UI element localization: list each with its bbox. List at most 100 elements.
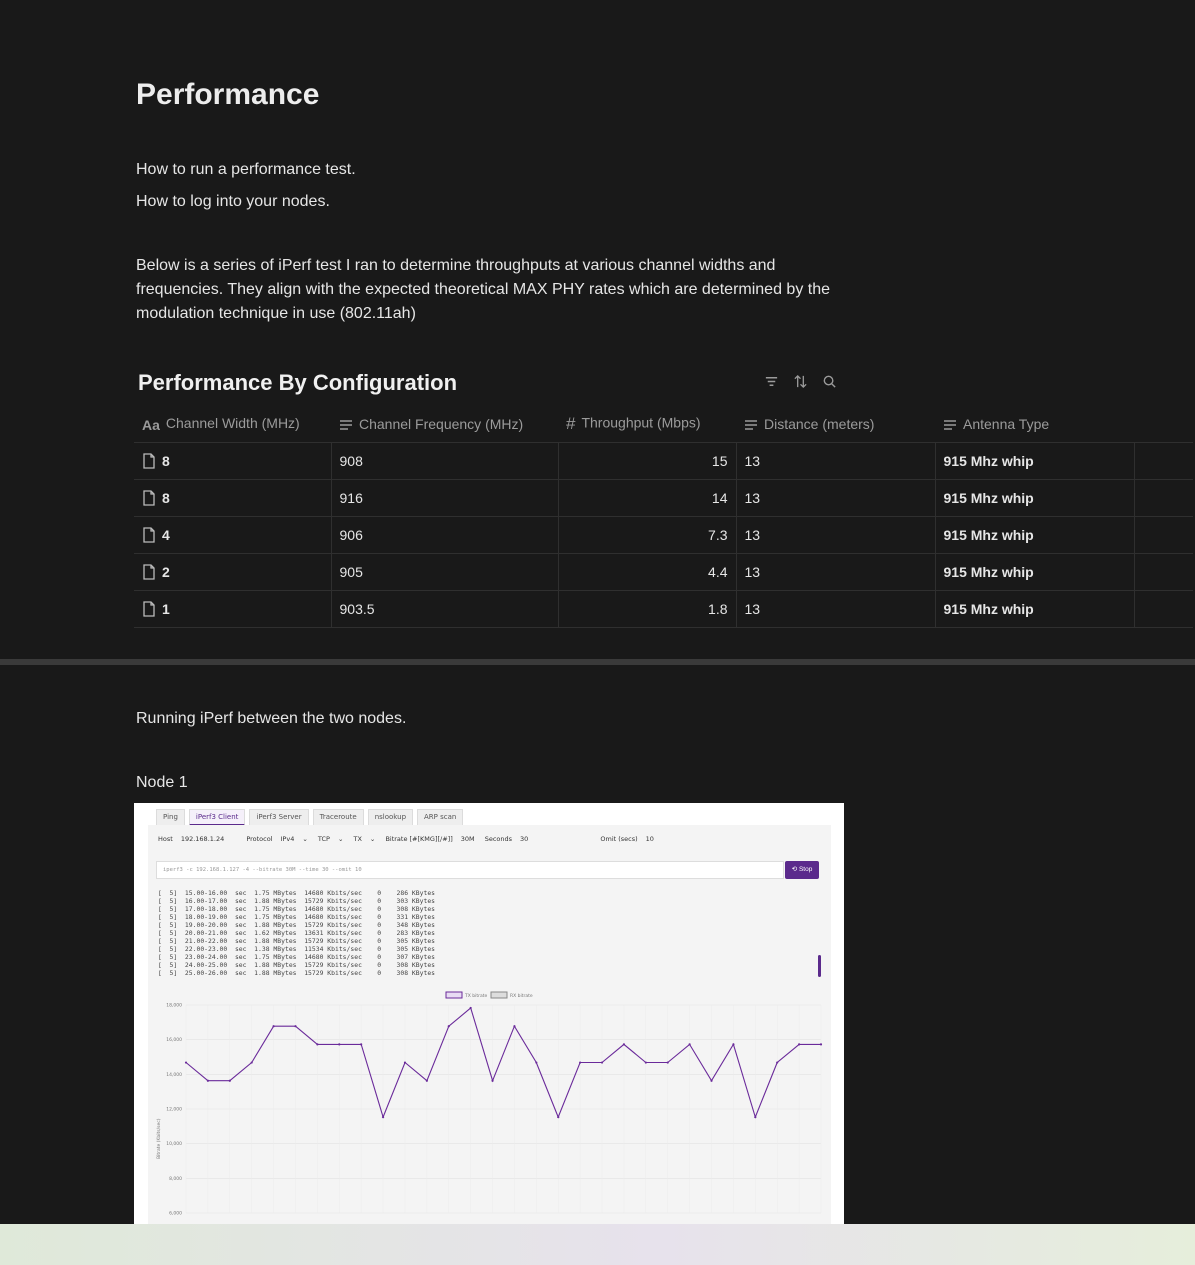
table-row[interactable]: 1 903.5 1.8 13 915 Mhz whip (134, 590, 1193, 628)
row-title-cell[interactable]: 2 (142, 564, 323, 580)
cell-throughput[interactable]: 4.4 (558, 553, 737, 591)
title-icon: Aa (142, 416, 160, 433)
y-tick-label: 10,000 (166, 1141, 182, 1147)
column-header-channel-width[interactable]: Aa Channel Width (MHz) (134, 406, 331, 443)
y-tick-label: 18,000 (166, 1003, 182, 1009)
node-label: Node 1 (136, 774, 188, 791)
cell-antenna[interactable]: 915 Mhz whip (935, 442, 1135, 480)
log-scrollbar[interactable] (818, 955, 821, 977)
link-log-into-nodes[interactable]: How to log into your nodes. (136, 190, 330, 214)
legend-swatch-rx (490, 991, 508, 999)
column-header-throughput[interactable]: # Throughput (Mbps) (558, 406, 736, 443)
host-input[interactable]: 192.168.1.24 (181, 835, 224, 843)
tab-iperf3-server[interactable]: iPerf3 Server (249, 809, 309, 826)
table-row[interactable]: 8 908 15 13 915 Mhz whip (134, 442, 1193, 480)
seconds-input[interactable]: 30 (520, 835, 528, 843)
data-point (184, 1061, 188, 1064)
table-row[interactable]: 2 905 4.4 13 915 Mhz whip (134, 553, 1193, 591)
table-header-row: Aa Channel Width (MHz) Channel Frequency … (134, 406, 1193, 443)
cell-throughput[interactable]: 14 (558, 479, 737, 517)
iperf-panel: Host 192.168.1.24 Protocol IPv4 ⌄ TCP ⌄ TX ⌄ … (148, 825, 831, 1224)
cell-frequency[interactable]: 908 (331, 442, 559, 480)
column-header-antenna-type[interactable]: Antenna Type (935, 406, 1134, 443)
bitrate-input[interactable]: 30M (461, 835, 475, 843)
tab-nslookup[interactable]: nslookup (367, 809, 414, 826)
legend-label-tx: TX bitrate (464, 993, 488, 999)
iperf-screenshot: Ping iPerf3 Client iPerf3 Server Tracero… (134, 803, 844, 1224)
data-point (447, 1025, 450, 1028)
row-title-cell[interactable]: 4 (142, 527, 323, 543)
tab-traceroute[interactable]: Traceroute (312, 809, 364, 826)
cell-throughput[interactable]: 15 (558, 442, 737, 480)
cell-throughput[interactable]: 1.8 (558, 590, 737, 628)
cell-throughput[interactable]: 7.3 (558, 516, 737, 554)
cell-distance[interactable]: 13 (736, 479, 936, 517)
iperf-log-output: [ 5] 15.00-16.00 sec 1.75 MBytes 14680 K… (158, 889, 436, 977)
data-point (360, 1043, 363, 1046)
column-header-channel-frequency[interactable]: Channel Frequency (MHz) (331, 406, 558, 443)
page-icon (143, 490, 155, 506)
data-point (600, 1061, 604, 1064)
y-tick-label: 6,000 (169, 1211, 182, 1217)
data-point (491, 1079, 494, 1082)
search-icon[interactable] (822, 374, 837, 389)
link-run-performance-test[interactable]: How to run a performance test. (136, 158, 356, 182)
y-tick-label: 12,000 (166, 1107, 182, 1113)
data-point (557, 1115, 560, 1119)
text-icon (745, 420, 757, 430)
chevron-down-icon: ⌄ (302, 835, 308, 843)
data-point (622, 1043, 626, 1046)
text-icon (340, 420, 352, 430)
column-header-add[interactable] (1134, 406, 1193, 443)
row-title-cell[interactable]: 8 (142, 490, 323, 506)
database-title[interactable]: Performance By Configuration (138, 370, 457, 396)
seconds-label: Seconds (484, 835, 513, 843)
page-title: Performance (136, 78, 320, 111)
data-point (469, 1006, 472, 1010)
transport-select[interactable]: TCP (318, 835, 330, 843)
row-title-cell[interactable]: 1 (142, 601, 323, 617)
cell-antenna[interactable]: 915 Mhz whip (935, 479, 1135, 517)
sort-icon[interactable] (793, 374, 808, 389)
protocol-select[interactable]: IPv4 (281, 835, 295, 843)
tab-arp-scan[interactable]: ARP scan (417, 809, 464, 826)
cell-frequency[interactable]: 903.5 (331, 590, 559, 628)
iperf-options: Host 192.168.1.24 Protocol IPv4 ⌄ TCP ⌄ TX ⌄ … (158, 835, 662, 843)
cell-frequency[interactable]: 906 (331, 516, 559, 554)
cell-antenna[interactable]: 915 Mhz whip (935, 516, 1135, 554)
data-point (250, 1061, 253, 1064)
table-row[interactable]: 4 906 7.3 13 915 Mhz whip (134, 516, 1193, 554)
cell-empty (1134, 479, 1193, 517)
omit-input[interactable]: 10 (646, 835, 654, 843)
cell-empty (1134, 553, 1193, 591)
y-tick-label: 16,000 (166, 1037, 182, 1043)
cell-antenna[interactable]: 915 Mhz whip (935, 553, 1135, 591)
cell-distance[interactable]: 13 (736, 590, 936, 628)
tab-iperf3-client[interactable]: iPerf3 Client (188, 809, 246, 826)
bitrate-chart: TX bitrate RX bitrate 18,000 16,000 14,000 12… (156, 991, 823, 1217)
number-icon: # (566, 414, 576, 433)
cell-distance[interactable]: 13 (736, 442, 936, 480)
column-header-distance[interactable]: Distance (meters) (736, 406, 935, 443)
y-tick-label: 8,000 (169, 1176, 182, 1182)
data-point (710, 1079, 713, 1082)
data-point (688, 1043, 691, 1046)
cell-frequency[interactable]: 916 (331, 479, 559, 517)
row-title-cell[interactable]: 8 (142, 453, 323, 469)
text-icon (944, 420, 956, 430)
direction-select[interactable]: TX (353, 835, 361, 843)
stop-button[interactable]: ⟲ Stop (785, 861, 819, 879)
chevron-down-icon: ⌄ (337, 835, 344, 843)
cell-frequency[interactable]: 905 (331, 553, 559, 591)
cell-distance[interactable]: 13 (736, 553, 936, 591)
cell-antenna[interactable]: 915 Mhz whip (935, 590, 1135, 628)
filter-icon[interactable] (764, 374, 779, 389)
command-input[interactable]: iperf3 -c 192.168.1.127 -4 --bitrate 30M… (156, 861, 784, 879)
tab-ping[interactable]: Ping (156, 809, 185, 826)
cell-distance[interactable]: 13 (736, 516, 936, 554)
bitrate-label: Bitrate [#[KMG][/#]] (385, 835, 453, 843)
data-point (819, 1043, 823, 1046)
table-row[interactable]: 8 916 14 13 915 Mhz whip (134, 479, 1193, 517)
data-point (294, 1025, 297, 1028)
y-axis-label: Bitrate (Kbits/sec) (156, 1118, 162, 1159)
